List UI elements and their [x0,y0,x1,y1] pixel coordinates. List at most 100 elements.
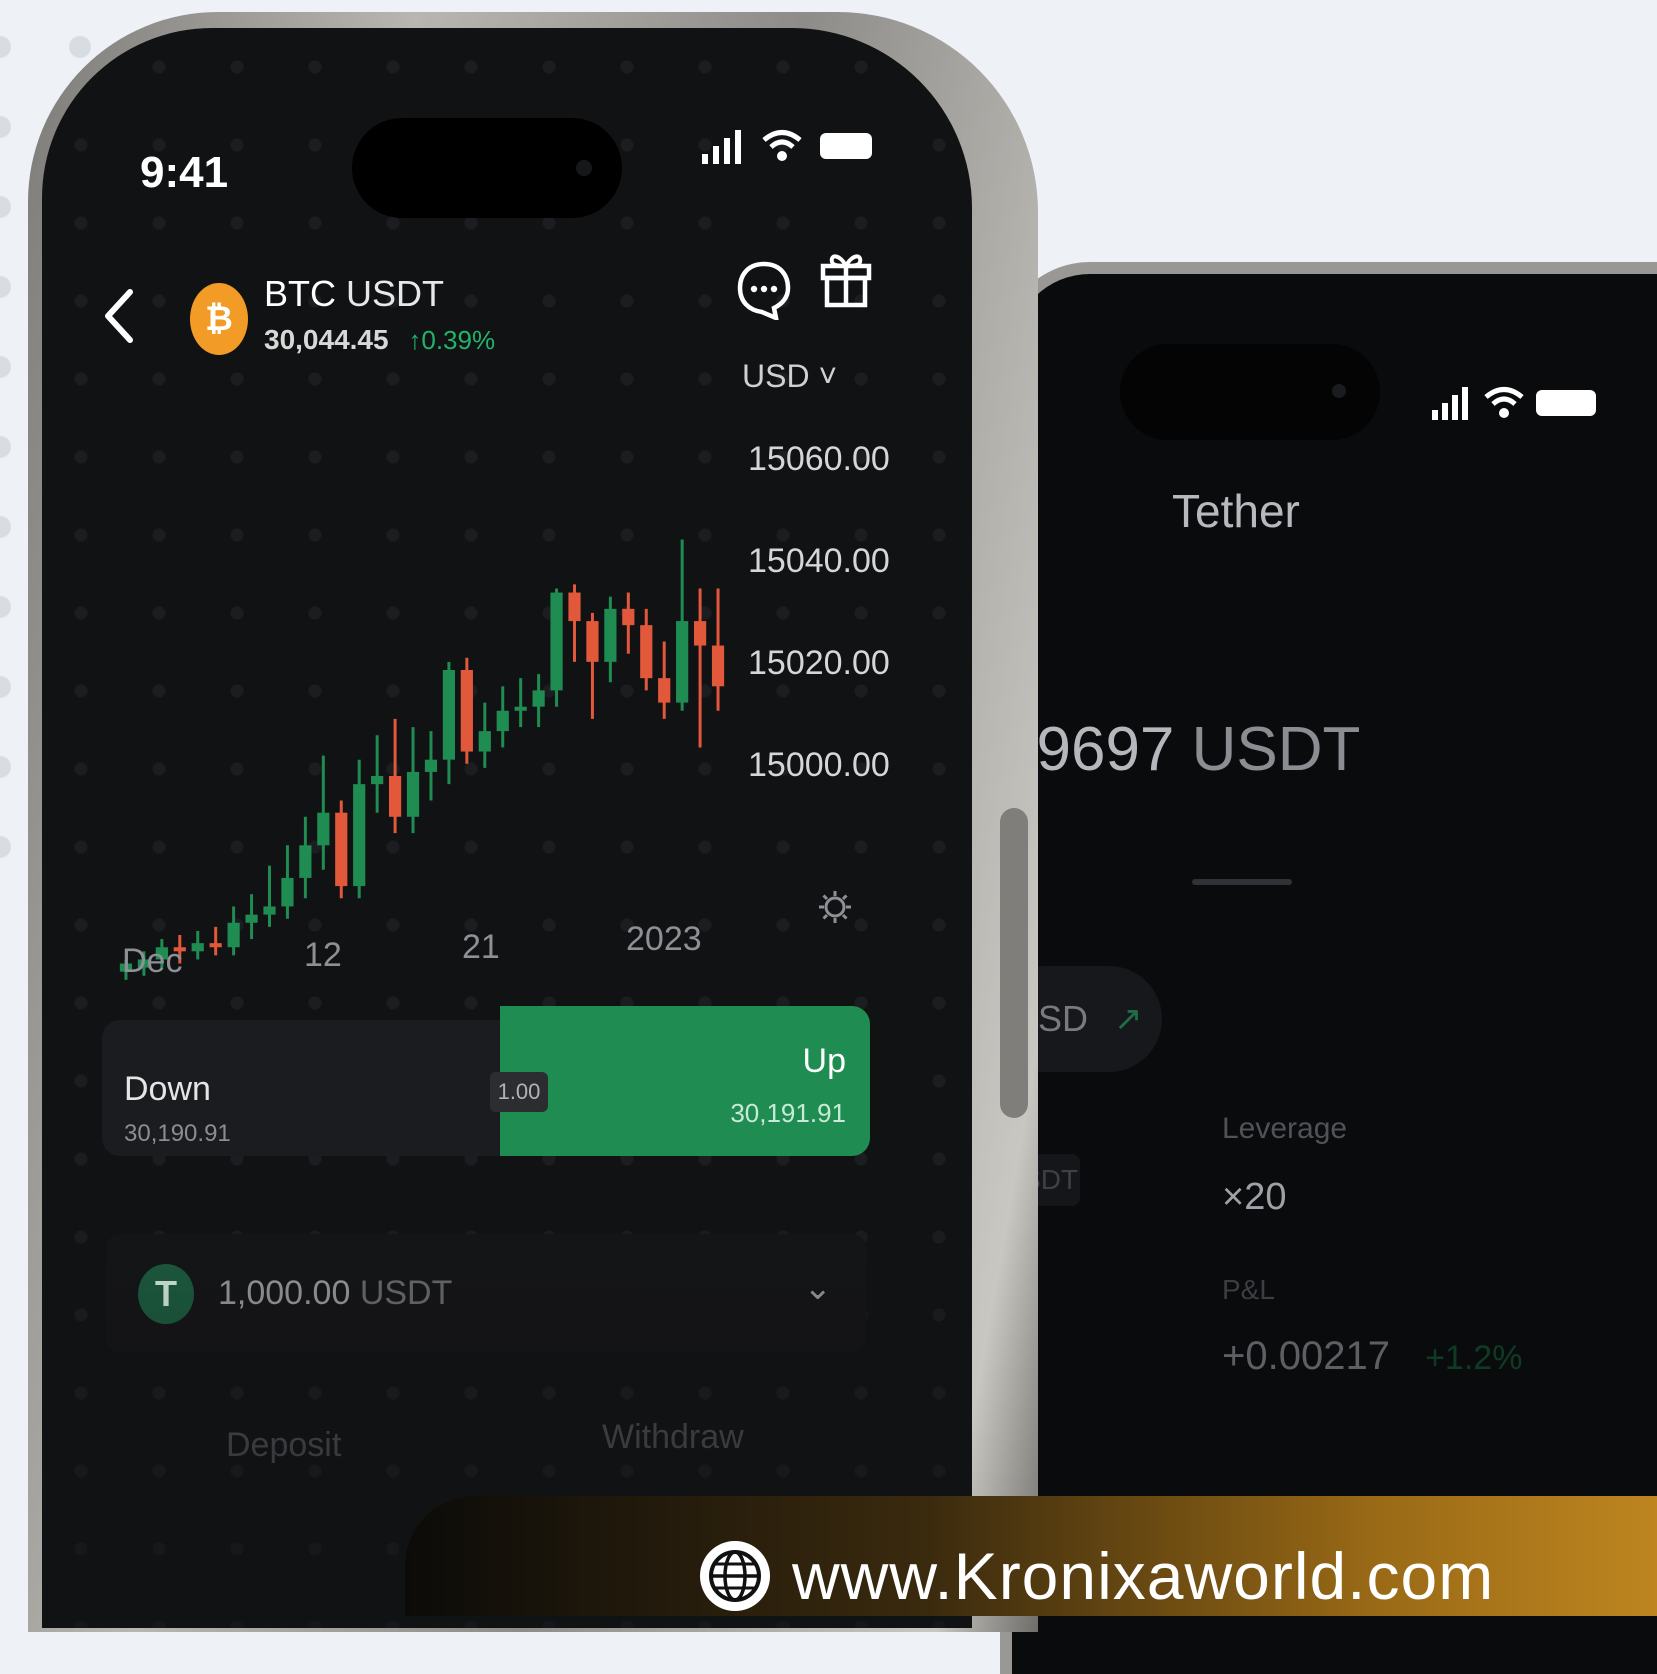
y-tick-label: 15040.00 [748,542,890,580]
y-tick-label: 15020.00 [748,644,890,682]
candle-up [478,702,491,768]
candlestick-chart[interactable] [102,458,742,988]
current-price: 30,044.45 ↑0.39% [264,324,495,356]
candle-up [514,678,527,728]
pnl-label: P&L [1222,1274,1275,1305]
candle-body [514,706,527,711]
candle-body [406,771,420,817]
secondary-phone: Tether 39697 USDT USD ↗ USDT Leverage ×2… [992,262,1657,1674]
background-dot [0,836,11,858]
pair-quote: USDT [346,273,445,314]
candle-down [209,926,222,956]
balance-unit: USDT [1191,715,1361,784]
candle-body [640,625,653,679]
candle-down [693,588,707,748]
status-icons [1432,386,1596,420]
back-button[interactable] [100,286,150,356]
asset-balance: 39697 USDT [1002,714,1360,785]
candle-down [658,641,671,719]
candle-up [353,759,366,899]
candle-body [353,784,366,887]
background-dot [0,436,11,458]
withdraw-button[interactable]: Withdraw [602,1418,744,1457]
background-dot [0,196,11,218]
pair-base: BTC [264,273,336,314]
x-tick-label: Dec [122,942,183,980]
candle-down [586,612,599,719]
down-button[interactable]: Down 30,190.91 [102,1020,502,1156]
candle-body [532,690,545,707]
down-label: Down [124,1070,211,1108]
x-tick-label: 21 [462,928,500,966]
trading-screen: 9:41 ₿ BTC USDT 30,044.45 ↑0.39% USD ˅ 1… [42,28,972,1628]
leverage-label: Leverage [1222,1112,1348,1145]
arrow-up-right-icon: ↗ [1114,1000,1143,1038]
background-dot [0,276,11,298]
dynamic-island [352,118,622,218]
candle-up [532,674,545,728]
candle-body [299,845,312,878]
battery-icon [1536,390,1596,416]
background-dot [0,116,11,138]
candle-down [335,800,348,899]
trading-pair: BTC USDT [264,273,444,315]
amount-unit: USDT [359,1274,453,1312]
candle-body [209,943,222,948]
candle-body [496,710,509,732]
back-chevron-icon [105,289,133,343]
background-dot [0,516,11,538]
asset-title: Tether [1172,485,1300,537]
amount-selector[interactable]: T 1,000.00 USDT ⌄ [106,1234,866,1352]
globe-icon-graphic [709,1550,761,1602]
candle-body [388,776,402,817]
deposit-button[interactable]: Deposit [226,1426,341,1465]
website-banner[interactable]: www.Kronixaworld.com [405,1496,1657,1616]
currency-selector[interactable]: USD ˅ [742,358,837,395]
candle-up [191,930,204,960]
chat-button[interactable] [736,260,792,322]
candle-body [227,922,240,948]
candle-body [586,621,599,662]
candle-up [424,731,438,801]
pnl-percent: +1.2% [1425,1339,1523,1377]
pnl-amount: +0.00217 [1222,1334,1390,1378]
wifi-icon [762,130,802,161]
background-dot [0,676,11,698]
candle-down [460,657,473,764]
candle-body [711,645,725,687]
candle-up [371,735,384,813]
down-price: 30,190.91 [124,1120,231,1147]
tab-indicator [1192,879,1292,885]
gear-icon [819,891,851,923]
website-url[interactable]: www.Kronixaworld.com [792,1538,1494,1614]
gift-button[interactable] [820,248,872,308]
amount-number: 1,000.00 [218,1274,351,1312]
candle-up [550,588,563,707]
chevron-down-icon: ⌄ [803,1269,833,1307]
candle-down [622,592,635,654]
chat-icon [737,261,791,322]
candle-body [622,608,635,626]
y-tick-label: 15060.00 [748,440,890,478]
x-tick-label: 2023 [626,920,702,958]
chart-settings-button[interactable] [818,890,852,924]
status-icons [702,128,872,164]
candle-up [604,596,617,683]
prediction-bar: Down 30,190.91 Up 30,191.91 1.00 [102,1006,870,1156]
candle-up [227,906,240,956]
signal-icon [702,130,741,164]
amount-value: 1,000.00 USDT [218,1274,452,1313]
candle-up [299,816,312,899]
banner-content: www.Kronixaworld.com [700,1538,1494,1614]
background-dot [0,756,11,778]
globe-icon [700,1541,770,1611]
leverage-value[interactable]: ×20 [1222,1176,1286,1219]
pnl-value: +0.00217 +1.2% [1222,1334,1522,1379]
candle-body [442,670,456,760]
candle-body [604,608,617,662]
candle-up [442,661,456,785]
candle-body [191,943,204,952]
y-tick-label: 15000.00 [748,746,890,784]
up-button[interactable]: Up 30,191.91 [500,1006,870,1156]
candle-body [676,621,689,703]
